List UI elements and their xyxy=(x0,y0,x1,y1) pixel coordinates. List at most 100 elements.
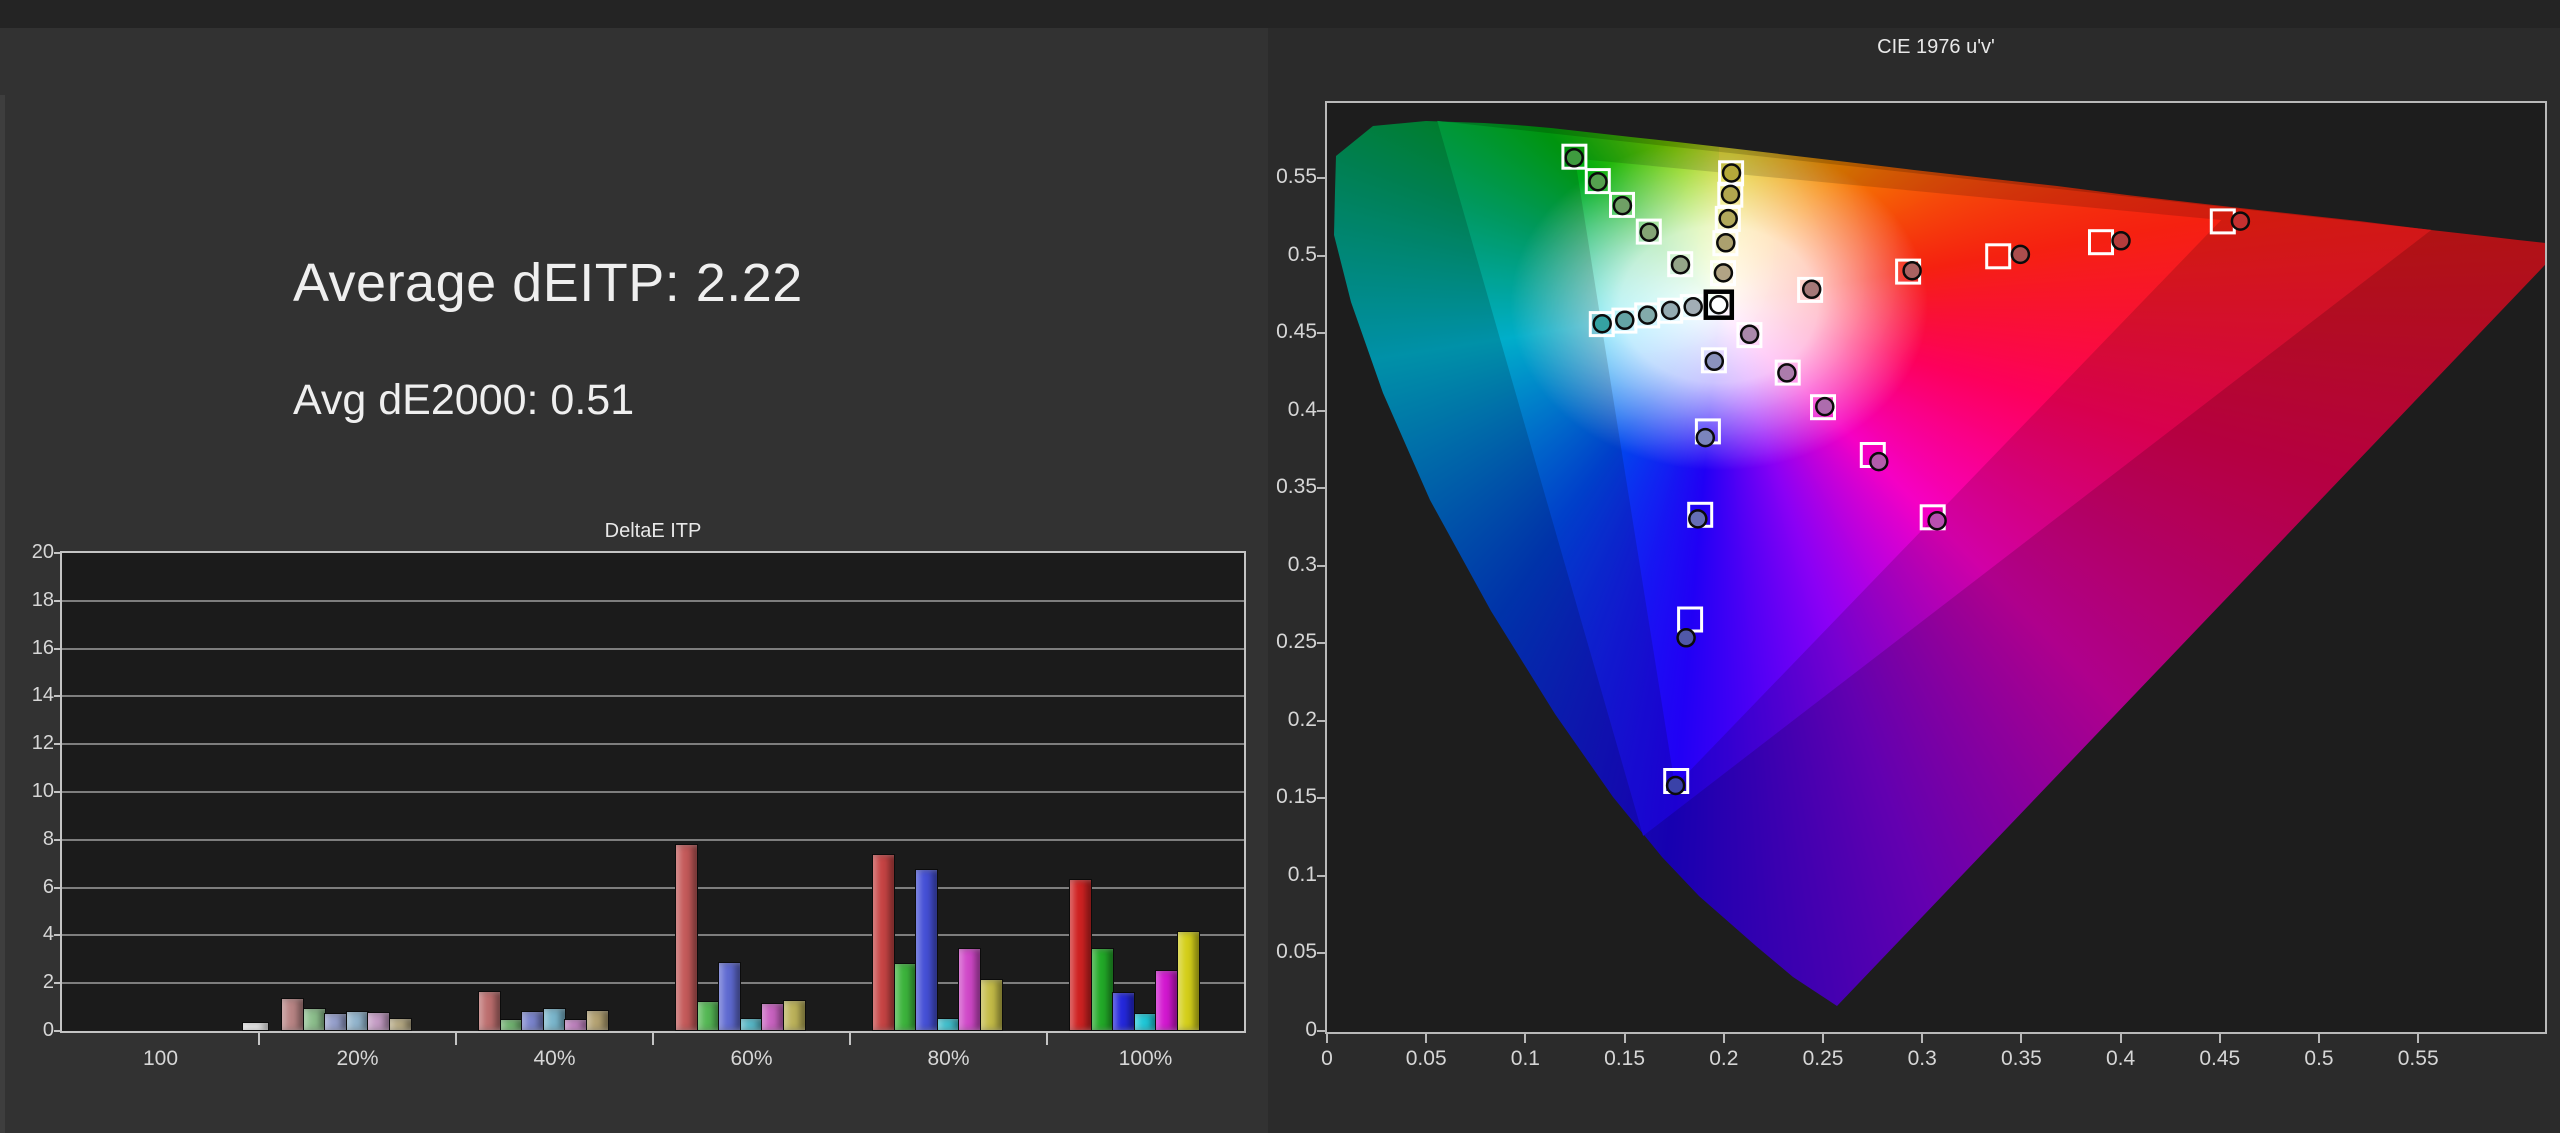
cie-1976-uv-diagram: 0 0.05 0.1 0.15 0.2 0.25 0.3 0.35 0.4 0.45 0.5 0.55… xyxy=(1276,101,2547,1070)
cie-ylabel-0.45: 0.45 xyxy=(1276,320,1317,344)
cie-xtick-0.45 xyxy=(2218,1034,2221,1043)
cie-xtick-0.15 xyxy=(1623,1034,1626,1043)
gridline-10 xyxy=(62,791,1244,793)
measurement-points-layer xyxy=(1561,143,2251,796)
cie-xtick-0.25 xyxy=(1822,1034,1824,1043)
bar-40%-blue xyxy=(521,1011,544,1031)
cie-ylabel-0.2: 0.2 xyxy=(1287,707,1317,731)
cie-ylabel-0.1: 0.1 xyxy=(1287,862,1317,886)
measured-point-blue-60% xyxy=(1688,509,1708,529)
cie-ylabel-0.05: 0.05 xyxy=(1276,940,1317,964)
bar-ytick-label-16: 16 xyxy=(31,636,54,659)
cie-xlabel-0.25: 0.25 xyxy=(1802,1047,1844,1070)
measured-point-yellow-100% xyxy=(1721,163,1742,183)
bar-group-tick-2 xyxy=(455,1033,457,1045)
cie-ylabel-0.55: 0.55 xyxy=(1276,164,1317,188)
measured-point-red-80% xyxy=(2111,231,2131,251)
bar-80%-red xyxy=(872,854,895,1031)
gridline-14 xyxy=(62,695,1244,698)
cie-ylabel-0: 0 xyxy=(1305,1018,1317,1041)
measured-point-cyan-40% xyxy=(1660,300,1681,321)
bar-xlabel-100: 100 xyxy=(142,1047,179,1070)
cie-ytick-0 xyxy=(1317,1030,1327,1032)
measured-point-green-100% xyxy=(1564,148,1584,168)
gridline-4 xyxy=(62,934,1244,937)
cie-xtick-0.5 xyxy=(2318,1034,2320,1043)
bar-60%-magenta xyxy=(761,1003,784,1031)
bar-100%-magenta xyxy=(1155,970,1178,1031)
bar-100%-green xyxy=(1090,948,1114,1031)
measured-point-green-40% xyxy=(1639,222,1659,242)
measured-point-blue-40% xyxy=(1695,427,1716,448)
bar-40%-cyan xyxy=(542,1008,566,1031)
bar-40%-green xyxy=(499,1019,523,1031)
bar-100%-blue xyxy=(1112,992,1135,1031)
cie-xlabel-0.5: 0.5 xyxy=(2304,1047,2334,1070)
bar-ytick-mark-16 xyxy=(54,647,62,650)
bar-60%-green xyxy=(696,1001,720,1031)
bar-40%-yellow xyxy=(585,1010,609,1031)
measured-point-cyan-20% xyxy=(1683,297,1703,317)
average-deitp-value: Average dEITP: 2.22 xyxy=(293,253,803,313)
bar-80%-blue xyxy=(915,869,938,1031)
gridline-6 xyxy=(62,886,1244,889)
gridline-12 xyxy=(62,743,1244,746)
cie-xlabel-0.4: 0.4 xyxy=(2105,1047,2136,1070)
bar-60%-yellow xyxy=(782,1000,806,1031)
avg-de2000-value: Avg dE2000: 0.51 xyxy=(293,376,635,424)
cie-ytick-0.3 xyxy=(1317,564,1327,567)
summary-text-block: Average dEITP: 2.22 Avg dE2000: 0.51 xyxy=(293,252,803,425)
cie-ylabel-0.35: 0.35 xyxy=(1276,475,1317,499)
calman-report-screen: Average dEITP: 2.22 Avg dE2000: 0.51 Del… xyxy=(0,0,2560,1133)
cie-ytick-0.2 xyxy=(1317,719,1327,722)
cie-xtick-0.1 xyxy=(1524,1034,1527,1043)
bar-60%-cyan xyxy=(739,1018,763,1031)
bar-ytick-mark-20 xyxy=(54,552,62,554)
bar-ytick-label-2: 2 xyxy=(42,971,54,994)
target-square-red-60% xyxy=(1985,243,2012,270)
measured-point-magenta-80% xyxy=(1869,451,1889,472)
gridline-2 xyxy=(62,982,1244,985)
window-left-edge xyxy=(0,95,5,1133)
cie-ylabel-0.5: 0.5 xyxy=(1287,242,1317,266)
measured-point-magenta-40% xyxy=(1777,363,1797,383)
bar-100%-yellow xyxy=(1176,931,1200,1031)
cie-ylabel-0.3: 0.3 xyxy=(1287,552,1317,576)
measured-point-magenta-20% xyxy=(1739,324,1760,345)
bar-ytick-label-10: 10 xyxy=(31,780,54,802)
cie-ytick-0.5 xyxy=(1317,254,1327,257)
bar-xlabel-20%: 20% xyxy=(336,1047,379,1070)
bar-20%-green xyxy=(302,1008,326,1031)
bar-ytick-label-18: 18 xyxy=(31,588,54,611)
measured-point-cyan-80% xyxy=(1615,310,1635,331)
cie-ytick-0.55 xyxy=(1317,176,1327,179)
bar-60%-red xyxy=(675,844,698,1031)
measured-point-cyan-60% xyxy=(1637,305,1658,325)
cie-xlabel-0.35: 0.35 xyxy=(2000,1047,2042,1070)
cie-xlabel-0.1: 0.1 xyxy=(1510,1047,1540,1070)
cie-xlabel-0.2: 0.2 xyxy=(1709,1047,1739,1070)
cie-xlabel-0.3: 0.3 xyxy=(1907,1047,1937,1070)
measured-point-yellow-60% xyxy=(1718,208,1738,229)
bar-ytick-label-4: 4 xyxy=(42,923,54,946)
bar-20%-cyan xyxy=(345,1011,369,1031)
bar-100%-cyan xyxy=(1133,1013,1157,1031)
bar-ytick-mark-0 xyxy=(54,1030,62,1032)
bar-xlabel-100%: 100% xyxy=(1118,1047,1173,1070)
bar-100-white xyxy=(242,1022,269,1031)
bar-ytick-label-14: 14 xyxy=(31,684,54,707)
gridline-8 xyxy=(62,838,1244,841)
bar-xlabel-60%: 60% xyxy=(730,1047,773,1070)
deltae-itp-bar-chart xyxy=(60,551,1246,1033)
bar-group-tick-1 xyxy=(258,1033,260,1045)
cie-xtick-0 xyxy=(1326,1034,1328,1043)
window-top-strip xyxy=(0,0,2560,28)
bar-xlabel-80%: 80% xyxy=(927,1047,970,1070)
cie-xtick-0.4 xyxy=(2119,1034,2122,1043)
measured-point-red-60% xyxy=(2010,244,2031,265)
cie-xtick-0.35 xyxy=(2020,1034,2023,1043)
bar-group-tick-3 xyxy=(652,1033,654,1045)
bar-group-tick-5 xyxy=(1046,1033,1048,1045)
bar-ytick-label-6: 6 xyxy=(42,875,54,898)
measured-point-green-20% xyxy=(1670,254,1691,275)
